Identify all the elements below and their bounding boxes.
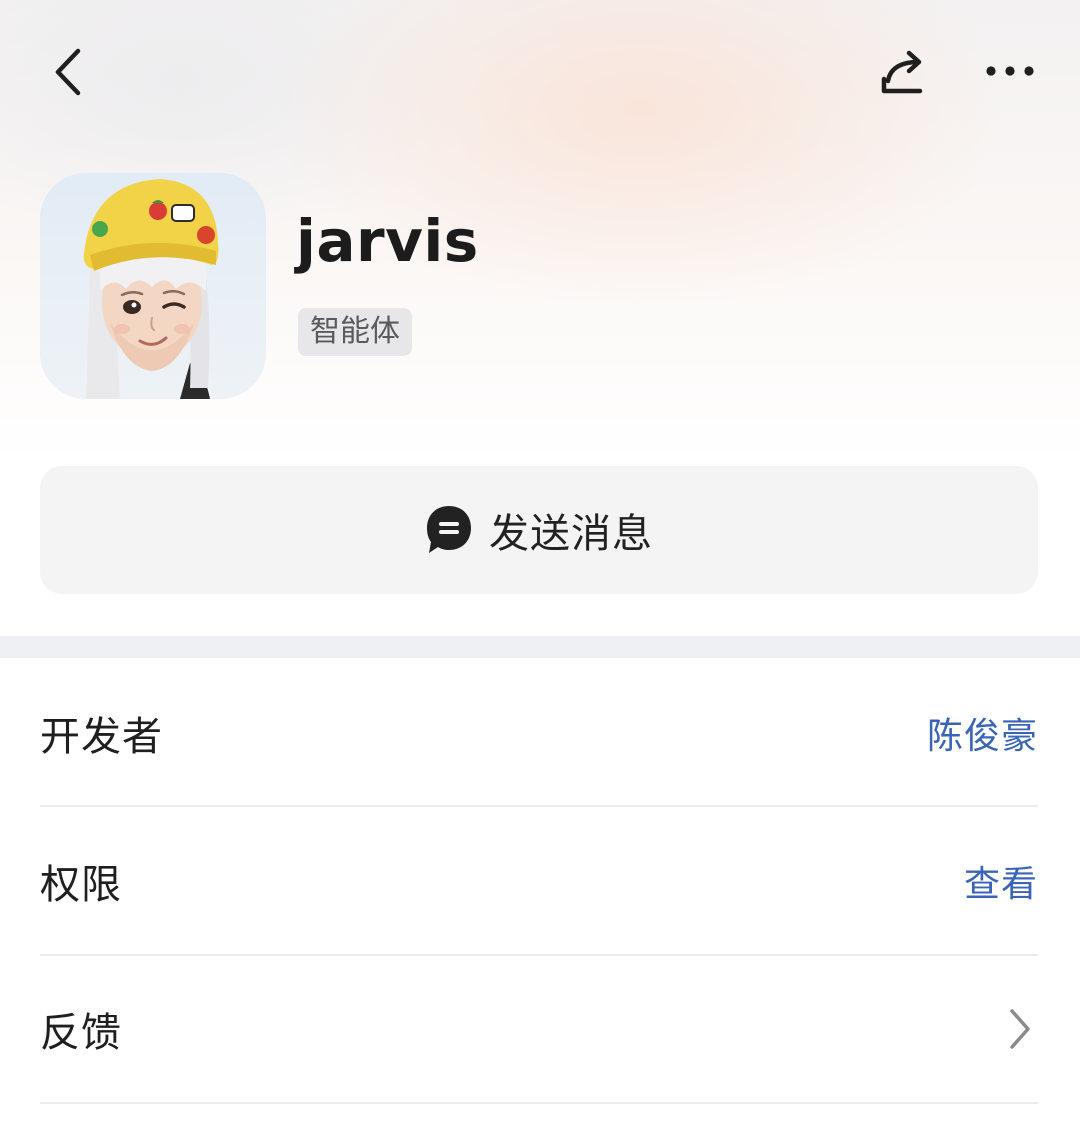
- permission-label: 权限: [40, 862, 122, 908]
- chat-bubble-icon: [425, 504, 473, 556]
- bot-type-badge: 智能体: [298, 308, 412, 356]
- bot-name: jarvis: [296, 207, 479, 275]
- developer-link[interactable]: 陈俊豪: [927, 707, 1038, 759]
- permission-row[interactable]: 权限 查看: [40, 808, 1038, 954]
- row-divider: [40, 805, 1038, 807]
- developer-label: 开发者: [40, 714, 163, 760]
- back-button[interactable]: [38, 40, 98, 104]
- chevron-left-icon: [55, 48, 81, 96]
- feedback-row[interactable]: 反馈: [40, 956, 1038, 1102]
- feedback-label: 反馈: [40, 1010, 122, 1056]
- chevron-right-icon: [1006, 1007, 1034, 1051]
- share-button[interactable]: [872, 42, 934, 102]
- developer-row[interactable]: 开发者 陈俊豪: [40, 660, 1038, 806]
- more-button[interactable]: [978, 44, 1042, 98]
- section-divider: [0, 636, 1080, 658]
- permission-view-link[interactable]: 查看: [964, 855, 1038, 907]
- send-message-label: 发送消息: [489, 511, 653, 557]
- row-divider: [40, 1102, 1038, 1104]
- more-horizontal-icon: [986, 66, 1034, 76]
- cartoon-avatar: [40, 173, 266, 399]
- share-icon: [881, 50, 923, 94]
- send-message-button[interactable]: 发送消息: [40, 466, 1038, 594]
- bot-avatar: [40, 173, 266, 399]
